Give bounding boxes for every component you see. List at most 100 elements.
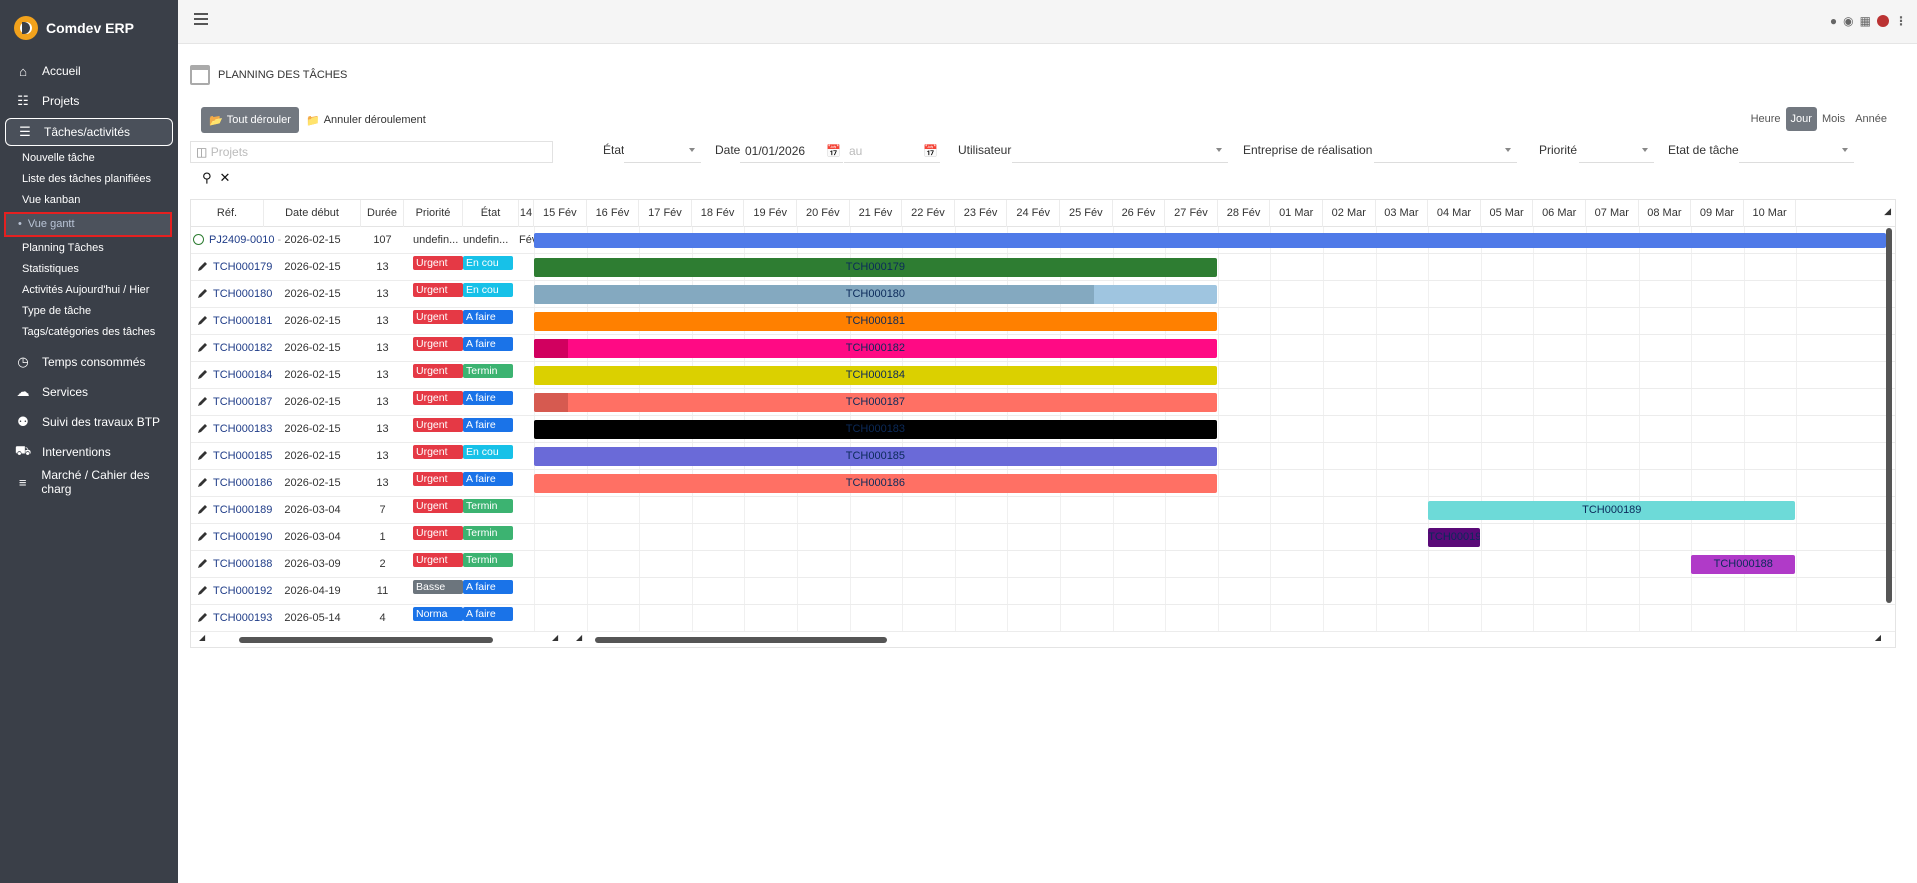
edit-pencil-icon[interactable] bbox=[197, 612, 208, 623]
calendar-small-icon-2[interactable]: 📅 bbox=[923, 144, 938, 158]
table-row[interactable]: TCH000187 2026-02-15 13 Urgent A faire TCH000… bbox=[191, 389, 1895, 416]
task-bar[interactable]: TCH000188 bbox=[1691, 555, 1796, 574]
users-icon[interactable]: ● bbox=[1830, 14, 1837, 28]
table-row[interactable]: TCH000186 2026-02-15 13 Urgent A faire TCH000… bbox=[191, 470, 1895, 497]
sidebar-item-projets[interactable]: ☷ Projets bbox=[0, 86, 178, 116]
subnav-item-vue-kanban[interactable]: Vue kanban bbox=[0, 190, 178, 211]
view-heure[interactable]: Heure bbox=[1746, 107, 1786, 131]
task-bar[interactable]: TCH000181 bbox=[534, 312, 1217, 331]
cancel-expand-button[interactable]: 📁 Annuler déroulement bbox=[302, 107, 430, 133]
project-status-icon[interactable] bbox=[193, 234, 204, 245]
subnav-item-liste-des-t-ches-planifi-es[interactable]: Liste des tâches planifiées bbox=[0, 169, 178, 190]
sidebar-item-services[interactable]: ☁ Services bbox=[0, 377, 178, 407]
table-row[interactable]: TCH000188 2026-03-09 2 Urgent Termin TCH00018… bbox=[191, 551, 1895, 578]
date-from-input[interactable]: 01/01/2026 📅 bbox=[740, 141, 843, 163]
subnav-item-tags-cat-gories-des-t-ches[interactable]: Tags/catégories des tâches bbox=[0, 322, 178, 343]
view-annee[interactable]: Année bbox=[1850, 107, 1892, 131]
expand-all-button[interactable]: 📂 Tout dérouler bbox=[201, 107, 299, 133]
calendar-small-icon[interactable]: 📅 bbox=[826, 144, 841, 158]
edit-pencil-icon[interactable] bbox=[197, 261, 208, 272]
sidebar-item-t-ches-activit-s[interactable]: ☰ Tâches/activités bbox=[5, 118, 173, 146]
column-header-3[interactable]: Priorité bbox=[404, 200, 463, 227]
timeline-arrow-icon[interactable]: ◢ bbox=[1884, 206, 1891, 217]
projects-filter[interactable]: ◫ Projets bbox=[190, 141, 553, 163]
timeline-scroll-left-icon[interactable]: ◢ bbox=[576, 633, 582, 642]
subnav-item-type-de-t-che[interactable]: Type de tâche bbox=[0, 301, 178, 322]
view-mois[interactable]: Mois bbox=[1817, 107, 1850, 131]
task-bar[interactable]: TCH000186 bbox=[534, 474, 1217, 493]
table-row[interactable]: TCH000183 2026-02-15 13 Urgent A faire TCH000… bbox=[191, 416, 1895, 443]
table-row[interactable]: TCH000192 2026-04-19 11 Basse A faire bbox=[191, 578, 1895, 605]
scroll-left-icon[interactable]: ◢ bbox=[199, 633, 205, 642]
sidebar-item-accueil[interactable]: ⌂ Accueil bbox=[0, 56, 178, 86]
sidebar-item-suivi-des-travaux-btp[interactable]: ⚉ Suivi des travaux BTP bbox=[0, 407, 178, 437]
column-header-1[interactable]: Date début bbox=[264, 200, 361, 227]
duration-cell: 13 bbox=[376, 315, 389, 327]
edit-pencil-icon[interactable] bbox=[197, 396, 208, 407]
task-bar[interactable]: TCH000180 bbox=[534, 285, 1217, 304]
edit-pencil-icon[interactable] bbox=[197, 558, 208, 569]
scroll-right-icon[interactable]: ◢ bbox=[552, 633, 558, 642]
clear-icon[interactable]: ✕ bbox=[220, 170, 231, 186]
table-row[interactable]: TCH000181 2026-02-15 13 Urgent A faire TCH000… bbox=[191, 308, 1895, 335]
task-bar[interactable]: TCH000183 bbox=[534, 420, 1217, 439]
subnav-item-vue-gantt[interactable]: Vue gantt bbox=[4, 212, 172, 237]
task-bar[interactable]: TCH000190 bbox=[1428, 528, 1480, 547]
column-header-0[interactable]: Réf. bbox=[191, 200, 264, 227]
table-row[interactable]: TCH000190 2026-03-04 1 Urgent Termin TCH00019… bbox=[191, 524, 1895, 551]
task-bar[interactable]: TCH000184 bbox=[534, 366, 1217, 385]
edit-pencil-icon[interactable] bbox=[197, 315, 208, 326]
view-jour[interactable]: Jour bbox=[1785, 107, 1817, 131]
clipboard-icon[interactable]: ▦ bbox=[1860, 14, 1871, 28]
sidebar-item-temps-consomm-s[interactable]: ◷ Temps consommés bbox=[0, 347, 178, 377]
column-header-4[interactable]: État bbox=[463, 200, 519, 227]
timeline-horizontal-scrollbar[interactable] bbox=[595, 637, 887, 643]
table-row[interactable]: TCH000189 2026-03-04 7 Urgent Termin TCH00018… bbox=[191, 497, 1895, 524]
sidebar-item-interventions[interactable]: ⛟ Interventions bbox=[0, 437, 178, 467]
avatar[interactable] bbox=[1877, 15, 1889, 27]
task-state-select[interactable] bbox=[1739, 141, 1854, 163]
vertical-scrollbar[interactable] bbox=[1886, 228, 1892, 603]
edit-pencil-icon[interactable] bbox=[197, 423, 208, 434]
chat-icon[interactable]: ◉ bbox=[1843, 14, 1853, 28]
more-vertical-icon[interactable]: ⋮ bbox=[1895, 14, 1907, 28]
subnav-item-activit-s-aujourd-hui-hier[interactable]: Activités Aujourd'hui / Hier bbox=[0, 280, 178, 301]
table-row[interactable]: TCH000182 2026-02-15 13 Urgent A faire TCH000… bbox=[191, 335, 1895, 362]
task-bar[interactable]: TCH000185 bbox=[534, 447, 1217, 466]
table-row[interactable]: TCH000185 2026-02-15 13 Urgent En cou TCH0001… bbox=[191, 443, 1895, 470]
task-bar-label: TCH000182 bbox=[845, 342, 906, 354]
sidebar-item-march-cahier-des-charg[interactable]: ≡ Marché / Cahier des charg bbox=[0, 467, 178, 497]
date-to-input[interactable]: au 📅 bbox=[844, 141, 940, 163]
edit-pencil-icon[interactable] bbox=[197, 450, 208, 461]
grid-horizontal-scrollbar[interactable] bbox=[239, 637, 493, 643]
edit-pencil-icon[interactable] bbox=[197, 369, 208, 380]
edit-pencil-icon[interactable] bbox=[197, 477, 208, 488]
column-header-2[interactable]: Durée bbox=[361, 200, 404, 227]
edit-pencil-icon[interactable] bbox=[197, 342, 208, 353]
edit-pencil-icon[interactable] bbox=[197, 288, 208, 299]
brand[interactable]: Comdev ERP bbox=[0, 0, 178, 56]
task-bar[interactable]: TCH000187 bbox=[534, 393, 1217, 412]
subnav-item-planning-t-ches[interactable]: Planning Tâches bbox=[0, 238, 178, 259]
table-row[interactable]: PJ2409-0010 - A...2026-02-15107undefin..… bbox=[191, 227, 1895, 254]
search-icon[interactable]: ⚲ bbox=[202, 170, 212, 186]
edit-pencil-icon[interactable] bbox=[197, 504, 208, 515]
company-select[interactable] bbox=[1374, 141, 1517, 163]
etat-select[interactable] bbox=[624, 141, 701, 163]
task-bar[interactable]: TCH000182 bbox=[534, 339, 1217, 358]
task-bar[interactable] bbox=[534, 233, 1886, 248]
table-row[interactable]: TCH000193 2026-05-14 4 Norma A faire bbox=[191, 605, 1895, 632]
edit-pencil-icon[interactable] bbox=[197, 531, 208, 542]
task-bar[interactable]: TCH000189 bbox=[1428, 501, 1796, 520]
edit-pencil-icon[interactable] bbox=[197, 585, 208, 596]
timeline-scroll-right-icon[interactable]: ◢ bbox=[1875, 633, 1881, 642]
task-bar[interactable]: TCH000179 bbox=[534, 258, 1217, 277]
priority-select[interactable] bbox=[1579, 141, 1654, 163]
user-select[interactable] bbox=[1012, 141, 1228, 163]
table-row[interactable]: TCH000184 2026-02-15 13 Urgent Termin TCH0001… bbox=[191, 362, 1895, 389]
table-row[interactable]: TCH000180 2026-02-15 13 Urgent En cou TCH0001… bbox=[191, 281, 1895, 308]
table-row[interactable]: TCH000179 2026-02-15 13 Urgent En cou TCH0001… bbox=[191, 254, 1895, 281]
hamburger-menu-icon[interactable] bbox=[194, 13, 208, 27]
subnav-item-statistiques[interactable]: Statistiques bbox=[0, 259, 178, 280]
subnav-item-nouvelle-t-che[interactable]: Nouvelle tâche bbox=[0, 148, 178, 169]
